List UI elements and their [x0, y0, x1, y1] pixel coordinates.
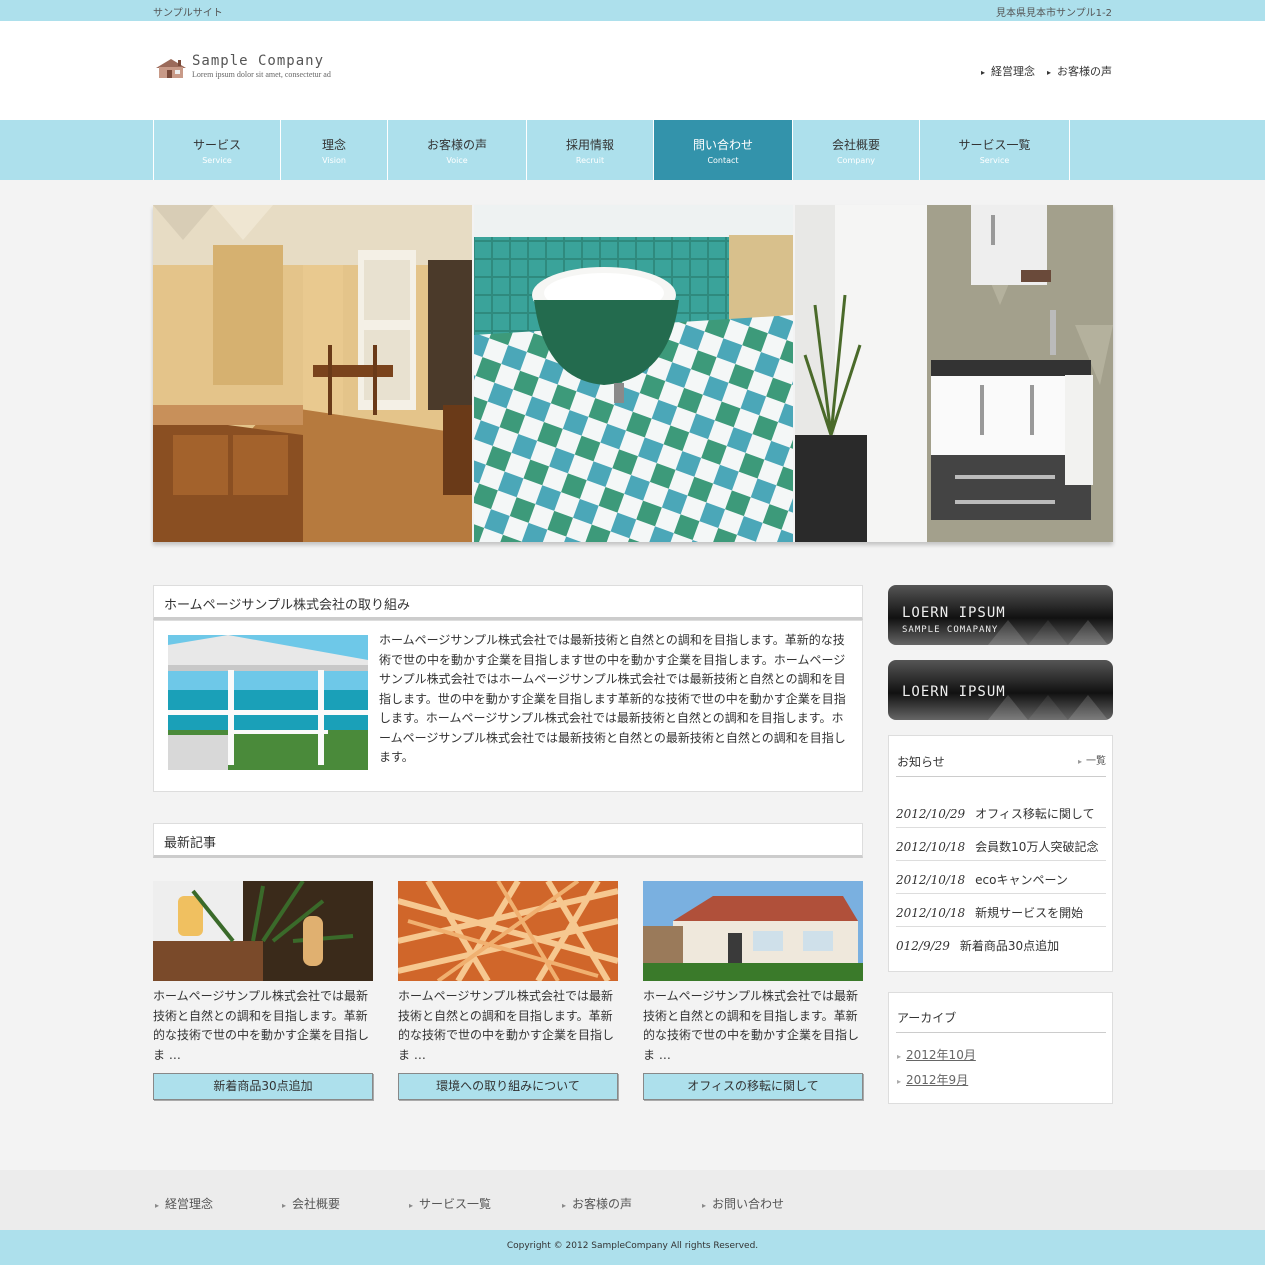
intro-text: ホームページサンプル株式会社では最新技術と自然との調和を目指します。革新的な技術… [379, 633, 846, 764]
hero-slideshow [153, 205, 1113, 542]
hero-kitchen-image [153, 205, 472, 542]
news-box: お知らせ ▸ 一覧 2012/10/29 オフィス移転に関して 2012/10/18… [888, 735, 1113, 972]
nav-label: サービス [192, 138, 241, 152]
house-logo-icon [156, 59, 186, 78]
news-item[interactable]: 2012/10/29 オフィス移転に関して [896, 795, 1106, 828]
logo-subtitle: Lorem ipsum dolor sit amet, consectetur … [192, 70, 331, 79]
article-card: ホームページサンプル株式会社では最新技術と自然との調和を目指します。革新的な技術… [153, 881, 373, 1100]
archive-label: 2012年10月 [906, 1048, 976, 1062]
news-title: 新規サービスを開始 [975, 906, 1084, 920]
news-item[interactable]: 2012/10/18 会員数10万人突破記念 [896, 828, 1106, 861]
nav-label: お客様の声 [426, 138, 487, 152]
article-thumb-spa[interactable] [153, 881, 373, 981]
nav-label: 理念 [321, 138, 346, 152]
arrow-right-icon: ▸ [897, 1077, 902, 1086]
intro-card: ホームページサンプル株式会社では最新技術と自然との調和を目指します。革新的な技術… [153, 620, 863, 792]
article-button[interactable]: 環境への取り組みについて [398, 1073, 618, 1100]
news-heading: お知らせ [897, 755, 945, 769]
archive-box: アーカイブ ▸ 2012年10月 ▸ 2012年9月 [888, 992, 1113, 1104]
top-bar: サンプルサイト 見本県見本市サンプル1-2 [0, 0, 1265, 21]
banner-title: LOERN IPSUM [902, 605, 1006, 621]
latest-heading: 最新記事 [153, 823, 863, 858]
banner-lorem[interactable]: LOERN IPSUM [888, 660, 1113, 720]
header-links: 経営理念 お客様の声 [981, 63, 1112, 79]
nav-sublabel: Recruit [575, 156, 605, 165]
news-item[interactable]: 2012/10/18 ecoキャンペーン [896, 861, 1106, 894]
nav-label: 会社概要 [831, 138, 880, 152]
article-thumb-craft[interactable] [398, 881, 618, 981]
header-link-voice[interactable]: お客様の声 [1047, 63, 1112, 79]
news-item[interactable]: 2012/10/18 新規サービスを開始 [896, 894, 1106, 927]
archive-label: 2012年9月 [906, 1073, 969, 1087]
nav-label: 問い合わせ [692, 138, 753, 152]
archive-heading: アーカイブ [897, 1011, 957, 1025]
article-text: ホームページサンプル株式会社では最新技術と自然との調和を目指します。革新的な技術… [643, 989, 860, 1062]
footer-link-contact[interactable]: お問い合わせ [702, 1195, 784, 1212]
nav-sublabel: Voice [446, 156, 468, 165]
nav-item-vision[interactable]: 理念 Vision [280, 120, 387, 180]
news-date: 012/9/29 [896, 939, 950, 953]
article-text: ホームページサンプル株式会社では最新技術と自然との調和を目指します。革新的な技術… [153, 989, 370, 1062]
footer-link-voice[interactable]: お客様の声 [562, 1195, 632, 1212]
archive-link[interactable]: ▸ 2012年9月 [897, 1071, 968, 1088]
arrow-right-icon: ▸ [897, 1052, 902, 1061]
header: Sample Company Lorem ipsum dolor sit ame… [0, 21, 1265, 120]
article-thumb-house[interactable] [643, 881, 863, 981]
news-date: 2012/10/18 [896, 873, 966, 887]
banner-title: LOERN IPSUM [902, 684, 1006, 700]
news-header: お知らせ ▸ 一覧 [896, 746, 1106, 777]
news-more-link[interactable]: ▸ 一覧 [1078, 752, 1106, 767]
news-date: 2012/10/18 [896, 840, 966, 854]
news-title: 会員数10万人突破記念 [975, 840, 1099, 854]
article-button[interactable]: オフィスの移転に関して [643, 1073, 863, 1100]
footer-link-philosophy[interactable]: 経営理念 [155, 1195, 213, 1212]
footer-copyright: Copyright © 2012 SampleCompany All right… [0, 1230, 1265, 1265]
banner-sample-company[interactable]: LOERN IPSUM SAMPLE COMAPANY [888, 585, 1113, 645]
article-card: ホームページサンプル株式会社では最新技術と自然との調和を目指します。革新的な技術… [643, 881, 863, 1100]
news-date: 2012/10/18 [896, 906, 966, 920]
news-title: オフィス移転に関して [975, 807, 1095, 821]
news-item[interactable]: 012/9/29 新着商品30点追加 [896, 927, 1106, 960]
site-label: サンプルサイト [153, 8, 223, 19]
company-logo[interactable]: Sample Company Lorem ipsum dolor sit ame… [154, 53, 354, 83]
nav-sublabel: Company [836, 156, 876, 165]
nav-divider [1069, 120, 1070, 180]
nav-label: サービス一覧 [958, 138, 1031, 152]
hero-vanity-image [795, 205, 1113, 542]
nav-item-recruit[interactable]: 採用情報 Recruit [526, 120, 653, 180]
address-text: 見本県見本市サンプル1-2 [995, 8, 1112, 19]
article-card: ホームページサンプル株式会社では最新技術と自然との調和を目指します。革新的な技術… [398, 881, 618, 1100]
footer-nav: 経営理念 会社概要 サービス一覧 お客様の声 お問い合わせ [0, 1170, 1265, 1230]
nav-item-contact[interactable]: 問い合わせ Contact [653, 120, 792, 180]
news-title: 新着商品30点追加 [959, 939, 1060, 953]
nav-sublabel: Service [202, 156, 232, 165]
article-text: ホームページサンプル株式会社では最新技術と自然との調和を目指します。革新的な技術… [398, 989, 615, 1062]
header-link-philosophy[interactable]: 経営理念 [981, 63, 1035, 79]
banner-subtitle: SAMPLE COMAPANY [902, 625, 999, 635]
logo-title: Sample Company [192, 53, 325, 69]
archive-header: アーカイブ [896, 1003, 1106, 1033]
intro-heading: ホームページサンプル株式会社の取り組み [153, 585, 863, 620]
nav-sublabel: Service [979, 156, 1010, 165]
nav-sublabel: Vision [322, 156, 346, 165]
article-button[interactable]: 新着商品30点追加 [153, 1073, 373, 1100]
footer-link-company[interactable]: 会社概要 [282, 1195, 340, 1212]
news-more-label: 一覧 [1086, 756, 1106, 767]
hero-bathtub-image [474, 205, 793, 542]
arrow-right-icon: ▸ [1077, 757, 1082, 766]
nav-item-service[interactable]: サービス Service [153, 120, 280, 180]
footer-link-service-list[interactable]: サービス一覧 [409, 1195, 491, 1212]
archive-link[interactable]: ▸ 2012年10月 [897, 1046, 976, 1063]
nav-item-company[interactable]: 会社概要 Company [792, 120, 919, 180]
news-title: ecoキャンペーン [975, 873, 1068, 887]
nav-item-voice[interactable]: お客様の声 Voice [387, 120, 526, 180]
main-nav: サービス Service 理念 Vision お客様の声 Voice 採用情報 … [0, 120, 1265, 180]
nav-sublabel: Contact [707, 156, 739, 165]
gazebo-image [168, 635, 368, 770]
nav-item-service-list[interactable]: サービス一覧 Service [919, 120, 1069, 180]
nav-label: 採用情報 [565, 138, 614, 152]
news-date: 2012/10/29 [896, 807, 966, 821]
